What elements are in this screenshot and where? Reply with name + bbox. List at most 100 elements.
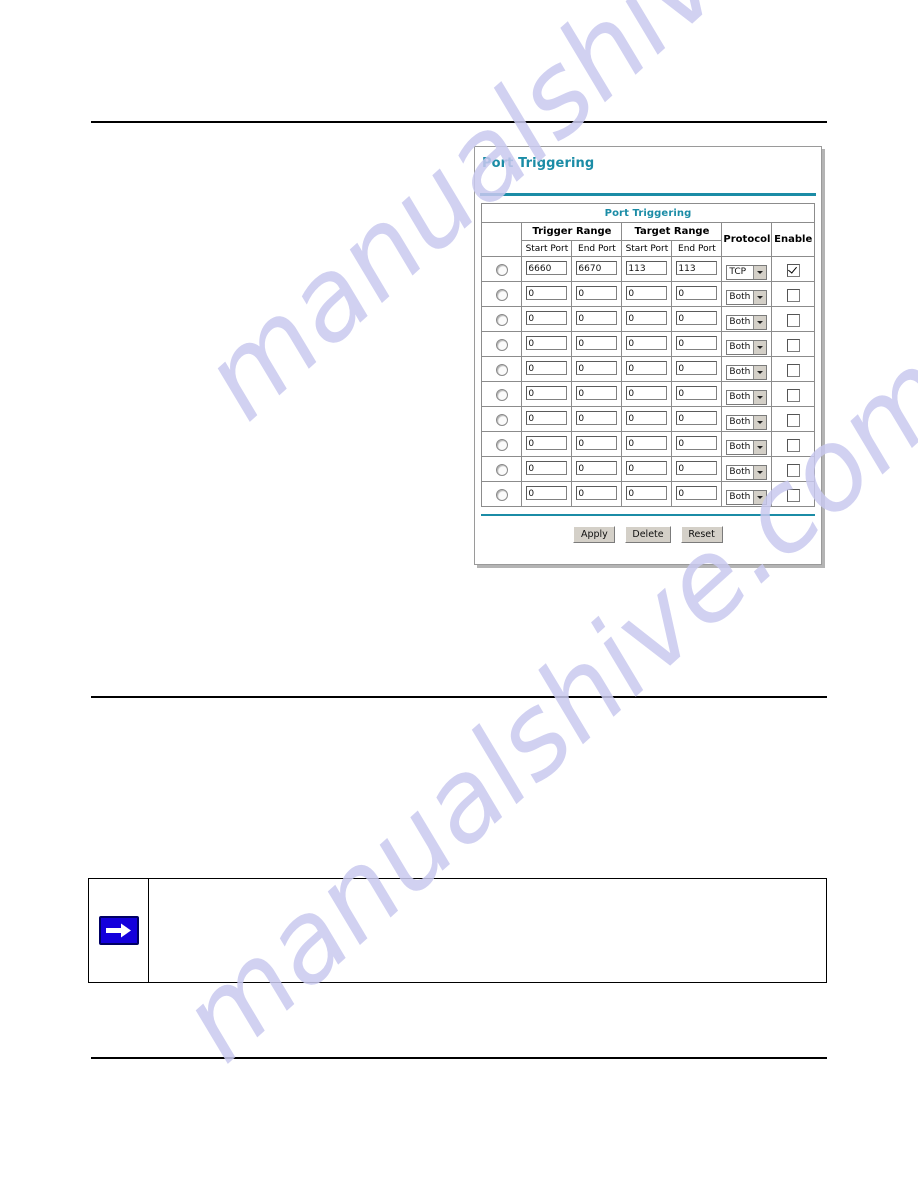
target-end-port-input[interactable]: 0 [676,360,718,375]
trigger-end-port-input[interactable]: 0 [576,410,618,425]
trigger-end-port-input[interactable]: 0 [576,285,618,300]
enable-checkbox-cell [771,381,815,407]
row-radio-button[interactable] [495,389,508,401]
chevron-down-icon[interactable] [753,415,767,429]
trigger-start-port-input[interactable]: 0 [526,285,568,300]
protocol-select[interactable]: Both [726,364,768,380]
enable-checkbox[interactable] [786,438,800,452]
chevron-down-icon[interactable] [753,265,767,279]
trigger-end-port-input[interactable]: 6670 [576,260,618,275]
trigger-end-port-input[interactable]: 0 [576,335,618,350]
target-start-port-input[interactable]: 0 [626,335,668,350]
enable-checkbox[interactable] [786,363,800,377]
row-radio-button[interactable] [495,489,508,501]
chevron-down-icon[interactable] [753,390,767,404]
row-radio-button[interactable] [495,264,508,276]
enable-checkbox[interactable] [786,463,800,477]
trigger-start-port-input[interactable]: 0 [526,335,568,350]
target-start-port-input-cell: 0 [621,281,673,307]
target-start-port-input[interactable]: 0 [626,460,668,475]
target-end-port-input[interactable]: 0 [676,460,718,475]
chevron-down-icon[interactable] [753,365,767,379]
target-end-port-input[interactable]: 113 [676,260,718,275]
chevron-down-icon[interactable] [753,340,767,354]
chevron-down-icon[interactable] [753,290,767,304]
row-radio-button[interactable] [495,439,508,451]
row-radio-button[interactable] [495,339,508,351]
protocol-select[interactable]: Both [726,489,768,505]
target-start-port-input[interactable]: 0 [626,410,668,425]
enable-checkbox-cell [771,356,815,382]
trigger-start-port-input[interactable]: 0 [526,410,568,425]
row-radio-button[interactable] [495,414,508,426]
enable-checkbox[interactable] [786,413,800,427]
enable-checkbox-cell [771,331,815,357]
protocol-select[interactable]: Both [726,414,768,430]
reset-button[interactable]: Reset [680,526,723,543]
trigger-start-port-input[interactable]: 0 [526,435,568,450]
trigger-end-port-input-cell: 6670 [571,256,623,282]
trigger-end-port-input[interactable]: 0 [576,310,618,325]
protocol-select[interactable]: Both [726,464,768,480]
apply-button[interactable]: Apply [573,526,616,543]
trigger-end-port-input[interactable]: 0 [576,485,618,500]
trigger-end-port-input[interactable]: 0 [576,435,618,450]
target-start-port-input[interactable]: 0 [626,360,668,375]
target-end-port-input[interactable]: 0 [676,435,718,450]
chevron-down-icon[interactable] [753,465,767,479]
row-radio-button[interactable] [495,464,508,476]
protocol-select[interactable]: Both [726,289,768,305]
protocol-select[interactable]: Both [726,314,768,330]
enable-checkbox[interactable] [786,388,800,402]
row-radio-button[interactable] [495,289,508,301]
trigger-start-port-input[interactable]: 0 [526,385,568,400]
trigger-start-port-input[interactable]: 0 [526,360,568,375]
protocol-select[interactable]: Both [726,339,768,355]
target-end-port-input[interactable]: 0 [676,385,718,400]
protocol-select-value: Both [729,366,751,377]
table-row: 0 0 0 0 Both [480,356,815,382]
row-radio-button[interactable] [495,314,508,326]
trigger-start-port-input[interactable]: 0 [526,310,568,325]
enable-checkbox-cell [771,481,815,507]
enable-checkbox[interactable] [786,263,800,277]
trigger-start-port-input[interactable]: 0 [526,485,568,500]
chevron-down-icon[interactable] [753,440,767,454]
protocol-select-value: Both [729,316,751,327]
page-title: Port Triggering [482,156,595,171]
enable-checkbox[interactable] [786,288,800,302]
trigger-start-port-input[interactable]: 6660 [526,260,568,275]
target-end-port-input[interactable]: 0 [676,410,718,425]
protocol-select[interactable]: Both [726,439,768,455]
delete-button[interactable]: Delete [625,526,671,543]
target-start-port-input[interactable]: 0 [626,285,668,300]
enable-checkbox[interactable] [786,338,800,352]
trigger-end-port-input-cell: 0 [571,281,623,307]
trigger-end-port-input[interactable]: 0 [576,360,618,375]
target-start-port-input[interactable]: 0 [626,485,668,500]
enable-checkbox[interactable] [786,488,800,502]
chevron-down-icon[interactable] [753,490,767,504]
target-end-port-input[interactable]: 0 [676,285,718,300]
chevron-down-icon[interactable] [753,315,767,329]
enable-checkbox-cell [771,431,815,457]
target-start-port-input[interactable]: 113 [626,260,668,275]
target-end-port-input[interactable]: 0 [676,310,718,325]
trigger-start-port-input[interactable]: 0 [526,460,568,475]
trigger-end-port-input[interactable]: 0 [576,385,618,400]
target-end-port-input[interactable]: 0 [676,485,718,500]
target-start-port-input[interactable]: 0 [626,385,668,400]
trigger-start-port-input-cell: 0 [521,456,573,482]
protocol-select-value: Both [729,466,751,477]
row-radio-button[interactable] [495,364,508,376]
row-selector-cell [480,306,523,332]
column-header-target-start-port: Start Port [621,240,673,257]
protocol-select-value: Both [729,441,751,452]
target-start-port-input[interactable]: 0 [626,435,668,450]
protocol-select[interactable]: Both [726,389,768,405]
protocol-select[interactable]: TCP [726,264,768,280]
trigger-end-port-input[interactable]: 0 [576,460,618,475]
target-end-port-input[interactable]: 0 [676,335,718,350]
target-start-port-input[interactable]: 0 [626,310,668,325]
enable-checkbox[interactable] [786,313,800,327]
